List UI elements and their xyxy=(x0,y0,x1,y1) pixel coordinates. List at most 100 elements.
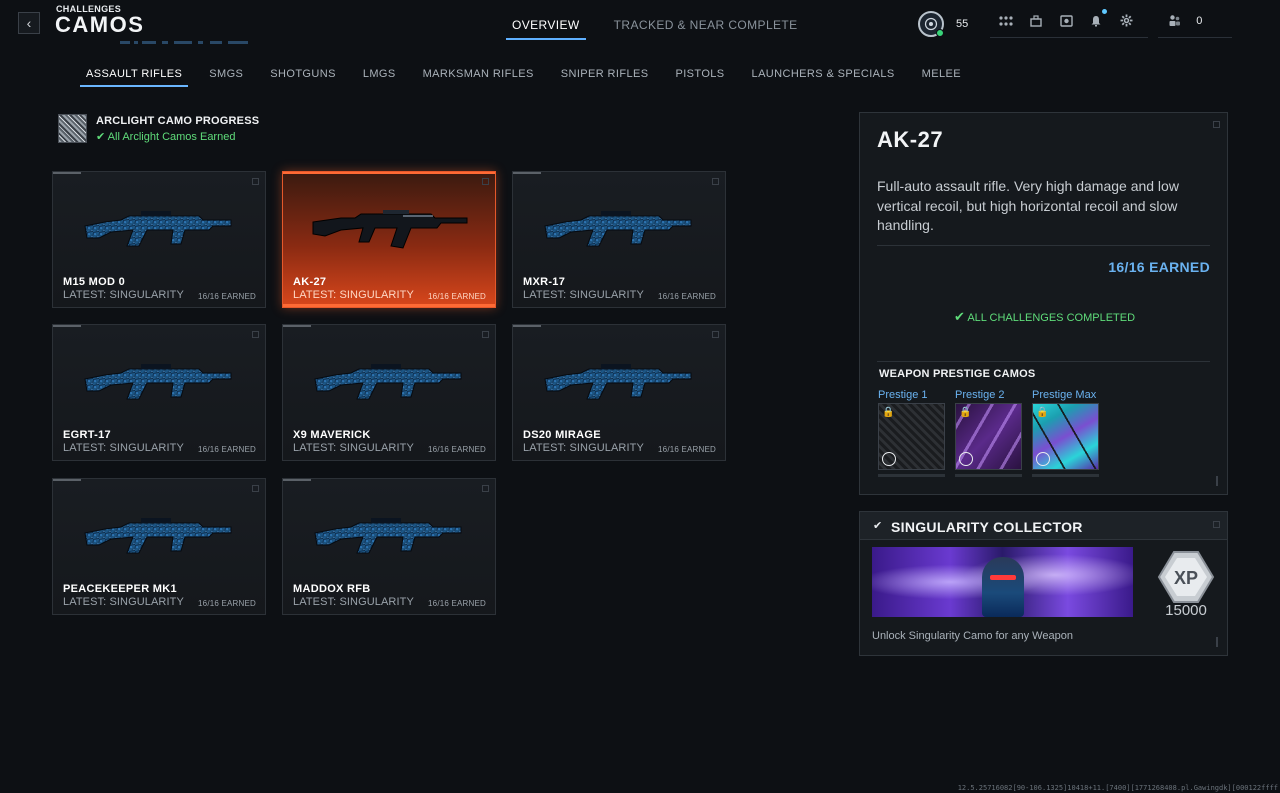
scroll-indicator[interactable] xyxy=(1216,637,1218,647)
tab-melee[interactable]: MELEE xyxy=(916,66,967,86)
weapon-earned-count: 16/16 EARNED xyxy=(198,599,256,608)
weapon-latest-camo: LATEST: SINGULARITY xyxy=(523,289,644,301)
weapon-card-maddox-rfb[interactable]: MADDOX RFB LATEST: SINGULARITY 16/16 EAR… xyxy=(282,478,496,615)
weapon-latest-camo: LATEST: SINGULARITY xyxy=(293,442,414,454)
theater-icon[interactable] xyxy=(1058,13,1074,29)
card-top-accent xyxy=(283,172,495,174)
scroll-indicator[interactable] xyxy=(1216,476,1218,486)
weapon-card-peacekeeper-mk1[interactable]: PEACEKEEPER MK1 LATEST: SINGULARITY 16/1… xyxy=(52,478,266,615)
weapon-card-m15-mod-0[interactable]: M15 MOD 0 LATEST: SINGULARITY 16/16 EARN… xyxy=(52,171,266,308)
card-corner-marker xyxy=(252,485,259,492)
prestige-camo-max[interactable]: Prestige Max 🔒 xyxy=(1032,389,1099,477)
singularity-collector-panel[interactable]: ✔ SINGULARITY COLLECTOR XP 15000 Unlock … xyxy=(859,511,1228,656)
card-top-accent xyxy=(53,325,81,327)
weapon-name: AK-27 xyxy=(293,276,327,288)
store-icon[interactable] xyxy=(1028,13,1044,29)
prestige-progress-bar xyxy=(1032,474,1099,477)
weapon-image xyxy=(84,517,232,554)
lock-icon: 🔒 xyxy=(959,407,972,418)
friends-icon[interactable] xyxy=(1166,13,1182,29)
weapon-name: X9 MAVERICK xyxy=(293,429,371,441)
all-challenges-completed: ✔ ALL CHALLENGES COMPLETED xyxy=(953,309,1136,324)
weapon-image xyxy=(314,363,462,400)
tab-smgs[interactable]: SMGS xyxy=(203,66,249,86)
card-corner-marker xyxy=(252,178,259,185)
arclight-title: ARCLIGHT CAMO PROGRESS xyxy=(96,114,260,127)
online-status-icon xyxy=(936,29,944,37)
detail-earned-count: 16/16 EARNED xyxy=(1108,259,1210,275)
arclight-status: ✔ All Arclight Camos Earned xyxy=(96,130,236,143)
prestige-emblem-icon xyxy=(959,452,973,466)
hud-icon-group xyxy=(990,8,1149,38)
weapon-earned-count: 16/16 EARNED xyxy=(198,292,256,301)
weapon-image xyxy=(544,210,692,247)
xp-label: XP xyxy=(1174,568,1198,588)
weapon-image xyxy=(312,209,468,249)
tab-overview[interactable]: OVERVIEW xyxy=(506,16,586,40)
weapon-earned-count: 16/16 EARNED xyxy=(198,445,256,454)
prestige-camo-1[interactable]: Prestige 1 🔒 xyxy=(878,389,945,477)
prestige-progress-bar xyxy=(955,474,1022,477)
friends-online-count: 0 xyxy=(1196,14,1203,27)
prestige-camos-title: WEAPON PRESTIGE CAMOS xyxy=(879,368,1036,380)
prestige-level-icon[interactable] xyxy=(918,11,944,37)
detail-description: Full-auto assault rifle. Very high damag… xyxy=(877,178,1179,233)
friends-group[interactable]: 0 xyxy=(1158,11,1233,38)
lock-icon: 🔒 xyxy=(1036,407,1049,418)
build-info: 12.5.25716082[90-106.1325]10418+11.[7400… xyxy=(957,784,1278,792)
tab-pistols[interactable]: PISTOLS xyxy=(669,66,730,86)
prestige-emblem-icon xyxy=(1036,452,1050,466)
weapon-earned-count: 16/16 EARNED xyxy=(428,599,486,608)
card-corner-marker xyxy=(482,485,489,492)
weapon-name: M15 MOD 0 xyxy=(63,276,125,288)
weapon-card-ak-27[interactable]: AK-27 LATEST: SINGULARITY 16/16 EARNED xyxy=(282,171,496,308)
chevron-left-icon: ‹ xyxy=(26,15,32,31)
card-top-accent xyxy=(513,172,541,174)
weapon-category-tabs: ASSAULT RIFLES SMGS SHOTGUNS LMGS MARKSM… xyxy=(80,66,982,87)
tab-lmgs[interactable]: LMGS xyxy=(357,66,402,86)
prestige-camo-label: Prestige 2 xyxy=(955,389,1005,401)
notification-dot xyxy=(1102,8,1108,14)
card-top-accent xyxy=(283,479,311,481)
back-button[interactable]: ‹ xyxy=(18,12,40,34)
weapon-latest-camo: LATEST: SINGULARITY xyxy=(63,596,184,608)
weapon-name: EGRT-17 xyxy=(63,429,111,441)
weapon-card-x9-maverick[interactable]: X9 MAVERICK LATEST: SINGULARITY 16/16 EA… xyxy=(282,324,496,461)
prestige-camo-label: Prestige Max xyxy=(1032,389,1097,401)
tab-sniper-rifles[interactable]: SNIPER RIFLES xyxy=(555,66,655,86)
weapon-earned-count: 16/16 EARNED xyxy=(428,445,486,454)
tab-assault-rifles[interactable]: ASSAULT RIFLES xyxy=(80,66,189,87)
weapon-earned-count: 16/16 EARNED xyxy=(658,445,716,454)
detail-weapon-name: AK-27 xyxy=(877,127,944,152)
settings-gear-icon[interactable] xyxy=(1118,13,1134,29)
tab-marksman-rifles[interactable]: MARKSMAN RIFLES xyxy=(417,66,540,86)
hud-right: 55 0 xyxy=(918,8,1233,40)
panel-corner-marker xyxy=(1213,521,1220,528)
weapon-earned-count: 16/16 EARNED xyxy=(658,292,716,301)
grid-menu-icon[interactable] xyxy=(998,13,1014,29)
prestige-camo-2[interactable]: Prestige 2 🔒 xyxy=(955,389,1022,477)
weapon-name: MXR-17 xyxy=(523,276,566,288)
weapon-card-ds20-mirage[interactable]: DS20 MIRAGE LATEST: SINGULARITY 16/16 EA… xyxy=(512,324,726,461)
weapon-image xyxy=(544,363,692,400)
tab-launchers-specials[interactable]: LAUNCHERS & SPECIALS xyxy=(746,66,901,86)
weapon-card-egrt-17[interactable]: EGRT-17 LATEST: SINGULARITY 16/16 EARNED xyxy=(52,324,266,461)
checkmark-icon: ✔ xyxy=(953,309,965,324)
weapon-card-mxr-17[interactable]: MXR-17 LATEST: SINGULARITY 16/16 EARNED xyxy=(512,171,726,308)
notifications-icon[interactable] xyxy=(1088,8,1108,29)
weapon-latest-camo: LATEST: SINGULARITY xyxy=(523,442,644,454)
arclight-camo-progress[interactable]: ARCLIGHT CAMO PROGRESS ✔ All Arclight Ca… xyxy=(58,114,259,143)
soldier-figure xyxy=(982,557,1024,617)
top-header: ‹ CHALLENGES CAMOS OVERVIEW TRACKED & NE… xyxy=(0,0,1280,50)
prestige-camo-tile: 🔒 xyxy=(955,403,1022,470)
card-corner-marker xyxy=(252,331,259,338)
card-top-accent xyxy=(513,325,541,327)
tab-tracked-near-complete[interactable]: TRACKED & NEAR COMPLETE xyxy=(608,16,804,40)
weapon-image xyxy=(314,517,462,554)
card-top-accent xyxy=(283,325,311,327)
selected-indicator xyxy=(283,304,495,307)
tab-shotguns[interactable]: SHOTGUNS xyxy=(264,66,342,86)
prestige-camo-tile: 🔒 xyxy=(878,403,945,470)
calling-card-image xyxy=(872,547,1133,617)
reward-title: SINGULARITY COLLECTOR xyxy=(891,519,1083,535)
